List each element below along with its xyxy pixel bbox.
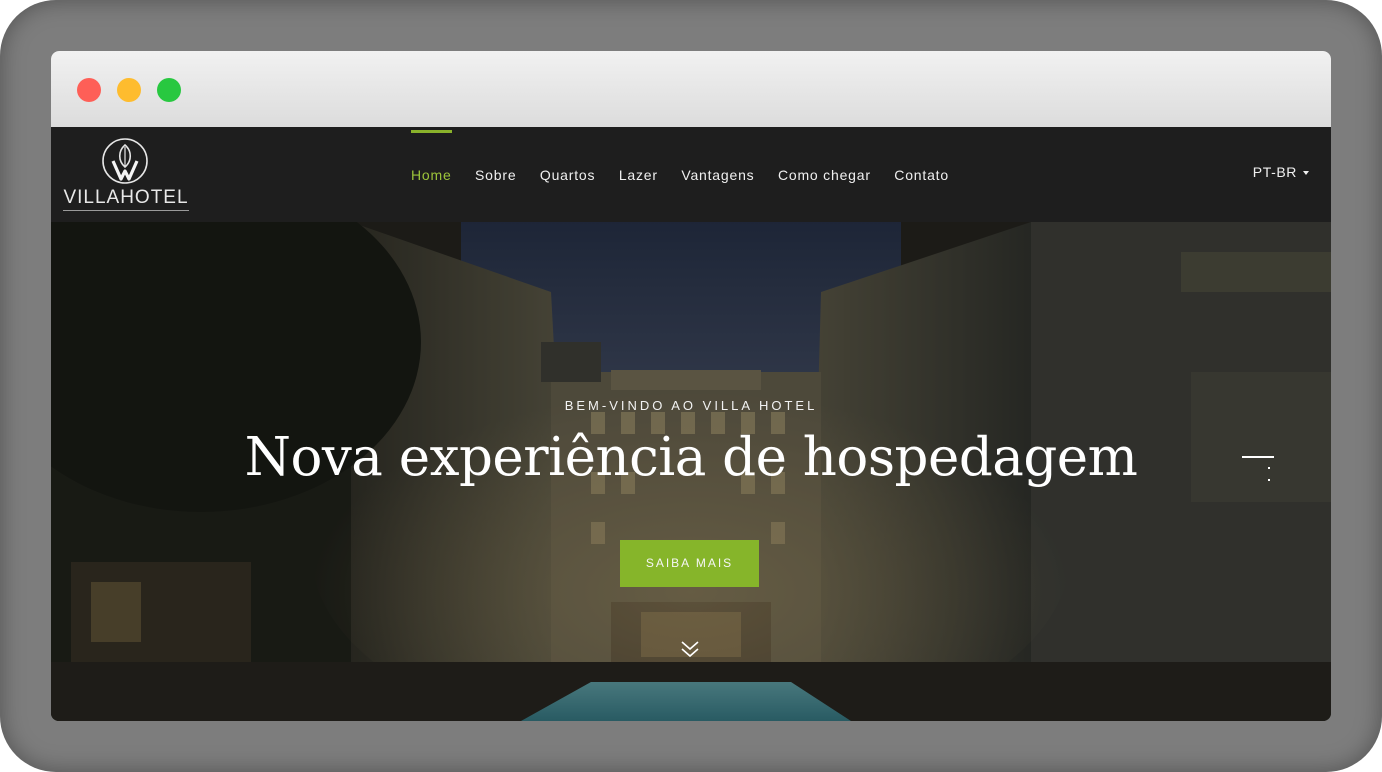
nav-item-contato[interactable]: Contato (894, 167, 949, 183)
hero-subtitle: BEM-VINDO AO VILLA HOTEL (564, 398, 818, 413)
leaf-v-icon (102, 138, 148, 184)
logo-underline (63, 210, 189, 211)
menu-lines-icon[interactable] (1242, 456, 1274, 488)
close-window-button[interactable] (77, 78, 101, 102)
site-logo[interactable]: VILLAHOTEL (63, 135, 189, 213)
language-label: PT-BR (1252, 164, 1297, 180)
logo-text-villa: VILLA (63, 187, 121, 208)
hero-section: BEM-VINDO AO VILLA HOTEL Nova experiênci… (51, 222, 1331, 721)
maximize-window-button[interactable] (157, 78, 181, 102)
caret-down-icon (1303, 171, 1309, 176)
chevron-double-down-icon[interactable] (680, 640, 700, 658)
logo-wordmark: VILLAHOTEL (63, 187, 189, 209)
nav-item-quartos[interactable]: Quartos (540, 167, 595, 183)
nav-item-vantagens[interactable]: Vantagens (681, 167, 754, 183)
site-navbar: VILLAHOTEL Home Sobre Quartos Lazer Vant… (51, 127, 1331, 222)
nav-item-como-chegar[interactable]: Como chegar (778, 167, 871, 183)
saiba-mais-button[interactable]: SAIBA MAIS (620, 540, 759, 587)
logo-text-hotel: HOTEL (120, 187, 189, 208)
nav-item-lazer[interactable]: Lazer (619, 167, 658, 183)
nav-item-home[interactable]: Home (411, 129, 452, 183)
language-selector[interactable]: PT-BR (1253, 164, 1309, 180)
hero-title: Nova experiência de hospedagem (244, 427, 1138, 488)
minimize-window-button[interactable] (117, 78, 141, 102)
nav-item-sobre[interactable]: Sobre (475, 167, 516, 183)
browser-window: VILLAHOTEL Home Sobre Quartos Lazer Vant… (51, 51, 1331, 721)
main-nav: Home Sobre Quartos Lazer Vantagens Como … (411, 127, 972, 222)
window-titlebar (51, 51, 1331, 127)
